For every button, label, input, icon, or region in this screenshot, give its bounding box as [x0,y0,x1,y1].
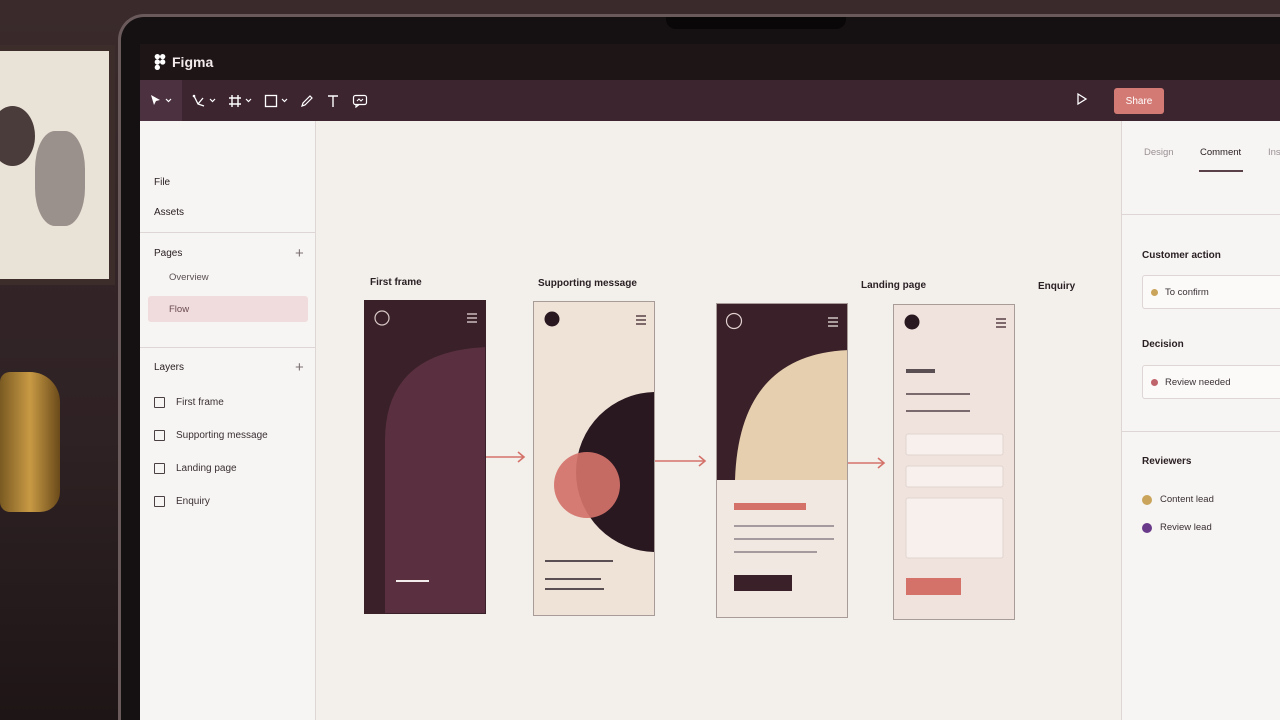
flow-arrow-icon [848,457,886,469]
page-item-flow[interactable]: Flow [148,296,308,322]
active-tab-indicator [1199,170,1243,172]
flow-arrow-icon [655,455,707,467]
divider [140,232,316,233]
frame-landing-page[interactable] [716,303,848,618]
status-dot-icon [1151,288,1158,296]
frame-label: Landing page [861,280,926,291]
move-tool-button[interactable] [140,80,182,121]
layer-label: Enquiry [176,496,210,507]
layer-item[interactable]: Enquiry [154,496,210,507]
layer-item[interactable]: First frame [154,397,224,408]
status-dot-icon [1151,378,1158,386]
layer-item[interactable]: Landing page [154,463,237,474]
comment-icon [352,94,368,108]
frame-hash-icon [229,94,241,107]
chevron-down-icon [281,98,288,103]
flow-arrow-icon [486,451,526,463]
figma-app-window: Figma Share File Assets Pages + Overview… [140,44,1280,720]
shape-tool-button[interactable] [258,80,294,121]
text-tool-button[interactable] [320,80,346,121]
reviewer-item[interactable]: Content lead [1142,494,1214,505]
design-canvas[interactable]: First frame Supporting message Landing p… [317,121,1121,720]
layer-label: First frame [176,397,224,408]
decision-field[interactable]: Review needed [1142,365,1280,399]
file-menu[interactable]: File [154,177,170,188]
layer-label: Supporting message [176,430,268,441]
decision-value: Review needed [1165,376,1231,388]
tab-inspect[interactable]: Ins [1268,147,1280,158]
rectangle-icon [264,94,278,107]
frame-layer-icon [154,397,165,408]
layer-item[interactable]: Supporting message [154,430,268,441]
cursor-arrow-icon [151,95,160,105]
background-room [0,0,130,720]
camera-notch [666,17,846,29]
assets-tab[interactable]: Assets [154,207,184,218]
comment-tool-button[interactable] [346,80,374,121]
divider [1122,214,1280,215]
text-icon [328,94,338,107]
reviewer-item[interactable]: Review lead [1142,522,1212,533]
frame-supporting-message[interactable] [533,301,655,616]
decision-heading: Decision [1142,339,1184,350]
frame-label: Enquiry [1038,281,1076,292]
frame-tool-button[interactable] [222,80,258,121]
gold-vase [0,372,60,512]
wall-picture [0,45,115,285]
reviewer-label: Content lead [1160,494,1214,505]
chevron-down-icon [245,98,252,103]
frame-enquiry[interactable] [893,304,1015,620]
picture-shape [0,106,35,166]
vector-path-icon [192,94,205,107]
enquiry-artwork [904,314,1006,595]
add-page-icon[interactable]: + [295,246,304,261]
customer-action-field[interactable]: To confirm [1142,275,1280,309]
pencil-tool-button[interactable] [294,80,320,121]
frame-layer-icon [154,496,165,507]
frame-layer-icon [154,463,165,474]
supporting-message-artwork [544,311,654,590]
figma-logo-icon [154,54,166,70]
pen-tool-button[interactable] [186,80,222,121]
chevron-down-icon [165,98,172,103]
divider [140,347,316,348]
divider [1122,431,1280,432]
toolbar: Share [140,80,1280,121]
left-sidebar: File Assets Pages + Overview Flow Layers… [140,121,316,720]
frame-first-frame[interactable] [364,300,486,614]
tab-comment[interactable]: Comment [1200,147,1241,158]
pencil-icon [301,94,313,107]
customer-action-value: To confirm [1165,286,1209,298]
right-sidebar: Design Comment Ins Customer action To co… [1121,121,1280,720]
share-button[interactable]: Share [1114,88,1164,114]
reviewer-avatar-icon [1142,522,1152,533]
layer-label: Landing page [176,463,237,474]
tab-design[interactable]: Design [1144,147,1174,158]
pages-heading: Pages [154,248,183,259]
landing-page-artwork [717,304,847,591]
add-layer-icon[interactable]: + [295,360,304,375]
frame-layer-icon [154,430,165,441]
frame-label: First frame [370,277,422,288]
customer-action-heading: Customer action [1142,250,1221,261]
app-title: Figma [172,54,214,70]
frame-label: Supporting message [538,278,637,289]
picture-shape [35,131,85,226]
reviewer-avatar-icon [1142,494,1152,505]
page-item-overview[interactable]: Overview [148,264,308,290]
chevron-down-icon [209,98,216,103]
first-frame-artwork [374,310,485,613]
reviewer-label: Review lead [1160,522,1212,533]
present-play-icon[interactable] [1075,92,1089,106]
layers-heading: Layers [154,362,185,373]
reviewers-heading: Reviewers [1142,456,1192,467]
title-bar: Figma [140,44,1280,80]
